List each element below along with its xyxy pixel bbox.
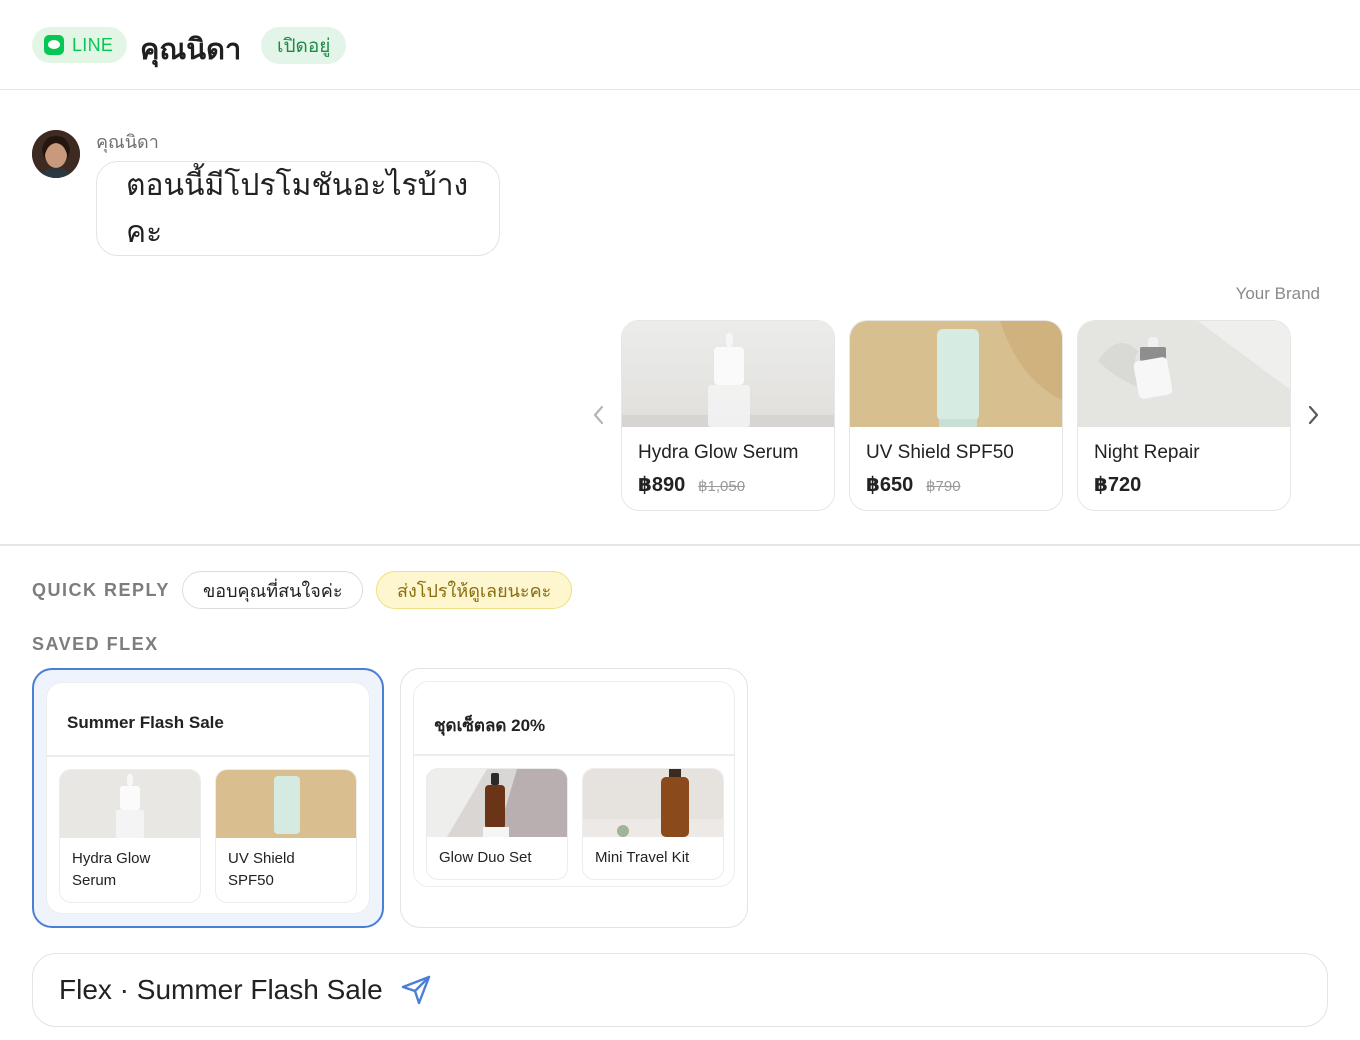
quick-reply-label: QUICK REPLY [32,580,170,600]
line-channel-badge: LINE [32,27,128,63]
incoming-message-bubble: ตอนนี้มีโปรโมชันอะไรบ้างคะ [96,161,500,256]
saved-flex-card[interactable]: ชุดเซ็ตลด 20% Glow Duo Set Mini Travel K… [400,668,748,928]
carousel-card[interactable]: Night Repair ฿720 [1077,320,1291,511]
flex-product-name: Hydra Glow Serum [72,850,151,889]
flex-product-name: Mini Travel Kit [595,849,690,866]
chevron-left-icon [593,405,604,425]
product-image [622,321,834,427]
quick-reply-chip-selected[interactable]: ส่งโปรให้ดูเลยนะคะ [376,571,573,609]
quick-reply-chip[interactable]: ขอบคุณที่สนใจค่ะ [182,571,364,609]
product-image [850,321,1062,427]
status-badge: เปิดอยู่ [261,27,347,64]
product-image [1078,321,1290,427]
line-logo-icon [44,35,64,55]
product-image [216,770,356,838]
product-image [583,769,723,837]
message-text: ตอนนี้มีโปรโมชันอะไรบ้างคะ [126,168,469,249]
card-title: UV Shield SPF50 [866,442,1014,463]
message-composer[interactable]: Flex · Summer Flash Sale [32,953,1328,1027]
carousel-card[interactable]: Hydra Glow Serum ฿890 ฿1,050 [621,320,835,511]
flex-preview: Summer Flash Sale Hydra Glow Serum UV Sh… [46,682,370,914]
saved-flex-card-selected[interactable]: Summer Flash Sale Hydra Glow Serum UV Sh… [32,668,384,928]
product-image [60,770,200,838]
carousel-prev-button[interactable] [588,400,608,430]
flex-product-tile: UV Shield SPF50 [215,769,357,903]
brand-label: Your Brand [1235,284,1320,303]
chevron-right-icon [1308,405,1319,425]
card-price: ฿650 [866,474,914,496]
flex-product-tile: Hydra Glow Serum [59,769,201,903]
flex-preview: ชุดเซ็ตลด 20% Glow Duo Set Mini Travel K… [413,681,735,887]
flex-product-name: UV Shield SPF50 [228,850,295,889]
card-price: ฿890 [638,474,686,496]
send-icon[interactable] [399,973,433,1007]
card-old-price: ฿790 [926,478,961,495]
carousel-next-button[interactable] [1304,400,1324,430]
contact-name: คุณนิดา [140,34,242,66]
flex-title: ชุดเซ็ตลด 20% [434,716,546,735]
flex-product-name: Glow Duo Set [439,849,532,866]
carousel-card[interactable]: UV Shield SPF50 ฿650 ฿790 [849,320,1063,511]
flex-title: Summer Flash Sale [67,713,224,732]
sender-name: คุณนิดา [96,132,159,152]
flex-product-tile: Mini Travel Kit [582,768,724,880]
divider [414,754,734,756]
card-price: ฿720 [1094,474,1142,496]
divider [47,755,369,757]
saved-flex-label: SAVED FLEX [32,634,159,654]
avatar [32,130,80,178]
card-old-price: ฿1,050 [698,478,746,495]
card-title: Hydra Glow Serum [638,442,799,463]
channel-label: LINE [72,34,114,55]
composer-text: Flex · Summer Flash Sale [59,974,383,1005]
product-image [427,769,567,837]
divider [0,544,1360,546]
card-title: Night Repair [1094,442,1200,463]
flex-product-tile: Glow Duo Set [426,768,568,880]
chat-header: LINE คุณนิดา เปิดอยู่ [0,0,1360,90]
